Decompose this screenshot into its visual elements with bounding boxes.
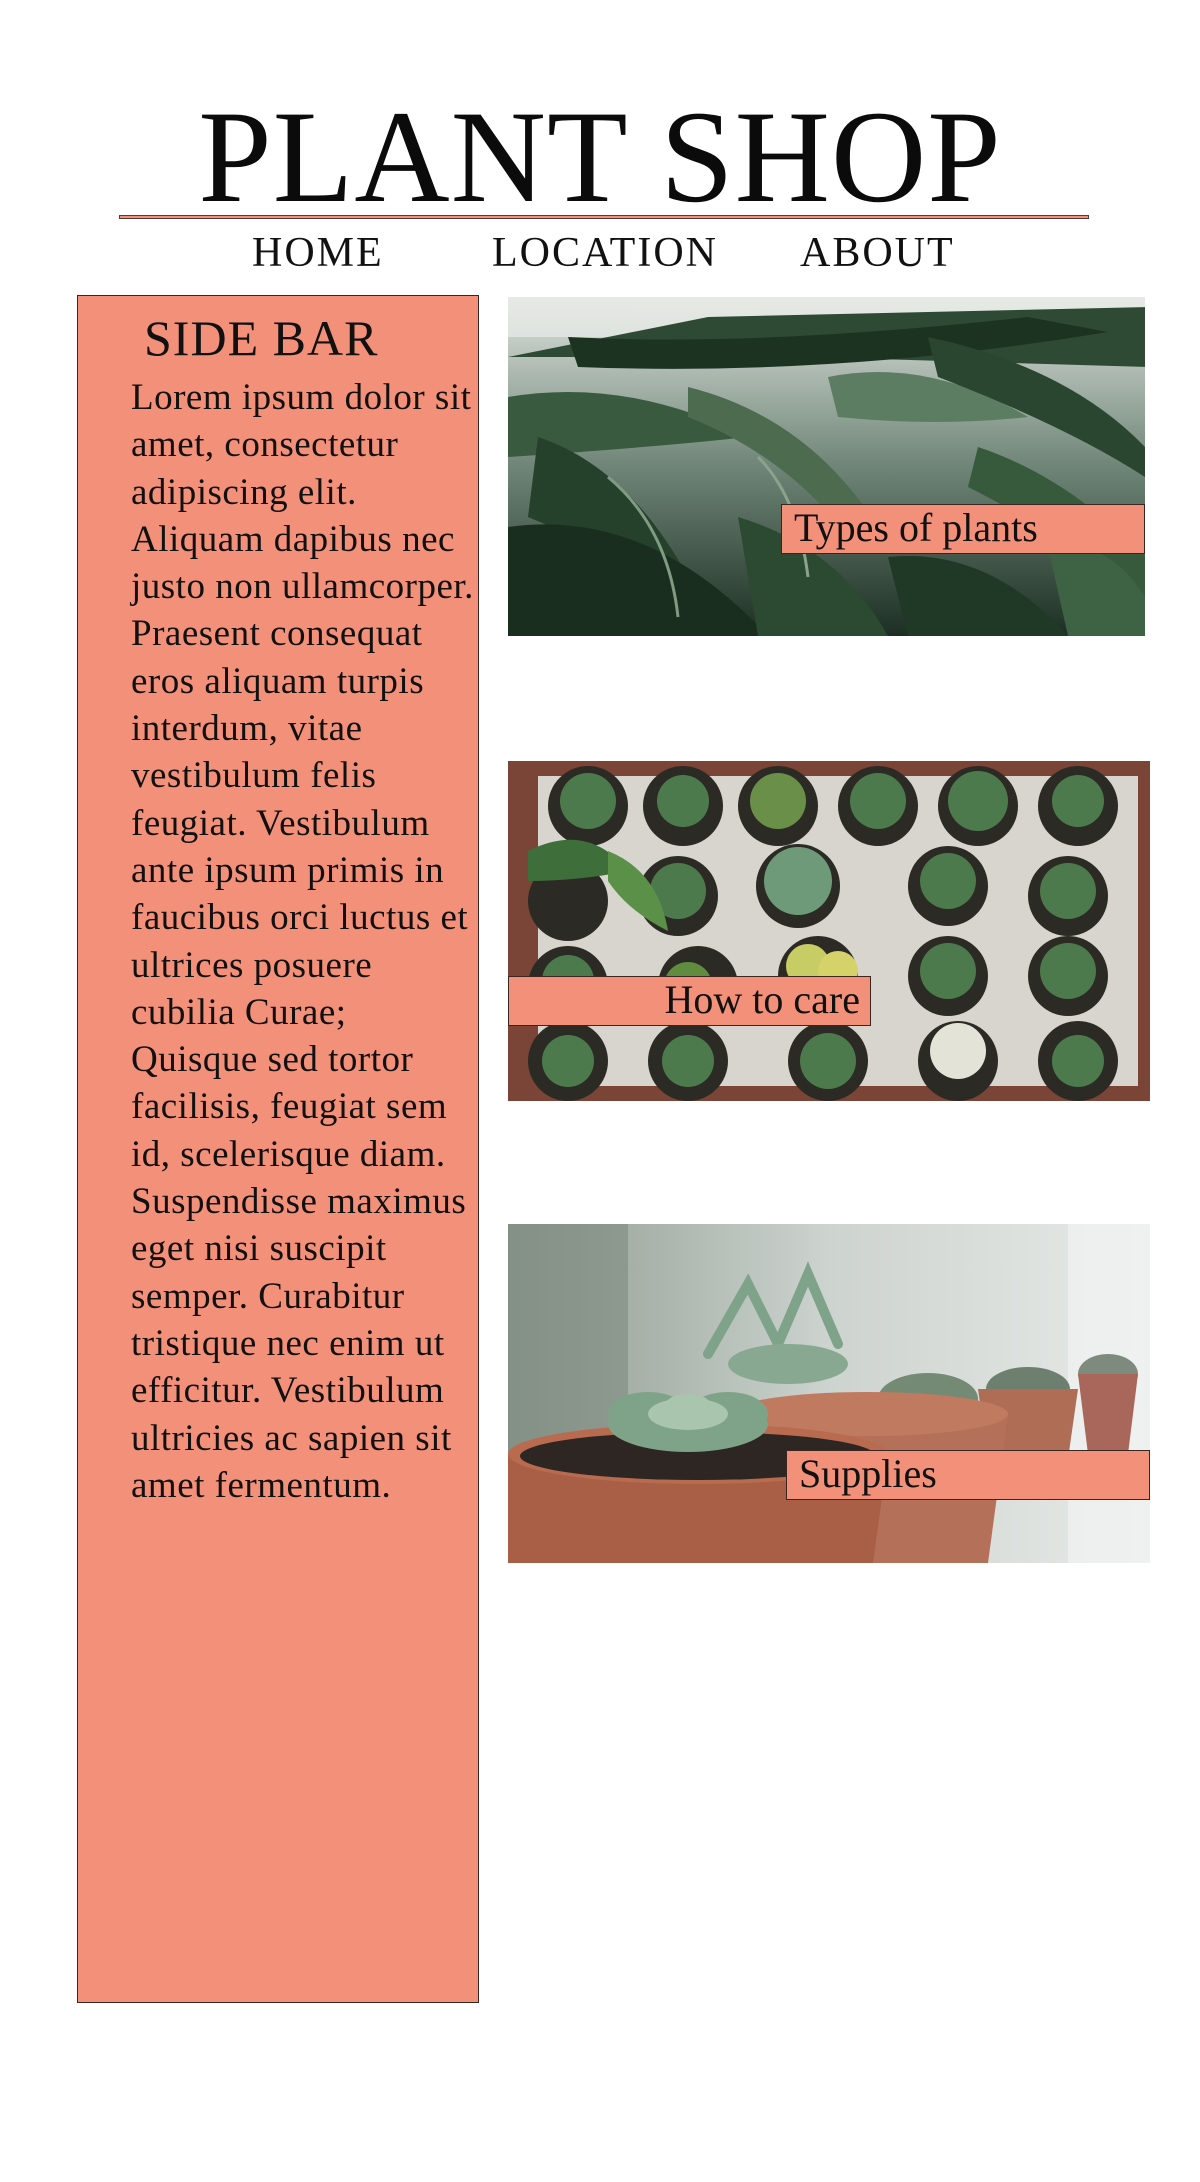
site-logo: PLANT SHOP [198,83,1002,230]
nav-about-link[interactable]: ABOUT [800,228,955,278]
sidebar-body-text: Lorem ipsum dolor sit amet, consectetur … [131,377,474,1506]
sidebar-title: SIDE BAR [144,310,379,366]
nav-home-link[interactable]: HOME [252,228,384,278]
supplies-link[interactable]: Supplies [786,1450,1150,1500]
potted-cacti-tray-photo [508,761,1150,1101]
card-supplies[interactable]: Supplies [508,1224,1150,1563]
card-types-of-plants[interactable]: Types of plants [508,297,1145,636]
main-nav: HOME LOCATION ABOUT [0,228,1200,278]
how-to-care-link[interactable]: How to care [508,976,871,1026]
palm-leaves-photo [508,297,1145,636]
types-of-plants-link[interactable]: Types of plants [781,504,1145,554]
succulents-in-terracotta-pots-photo [508,1224,1150,1563]
logo-underline [119,215,1089,219]
nav-location-link[interactable]: LOCATION [492,228,718,278]
sidebar: SIDE BAR Lorem ipsum dolor sit amet, con… [77,295,479,2003]
card-how-to-care[interactable]: How to care [508,761,1150,1101]
